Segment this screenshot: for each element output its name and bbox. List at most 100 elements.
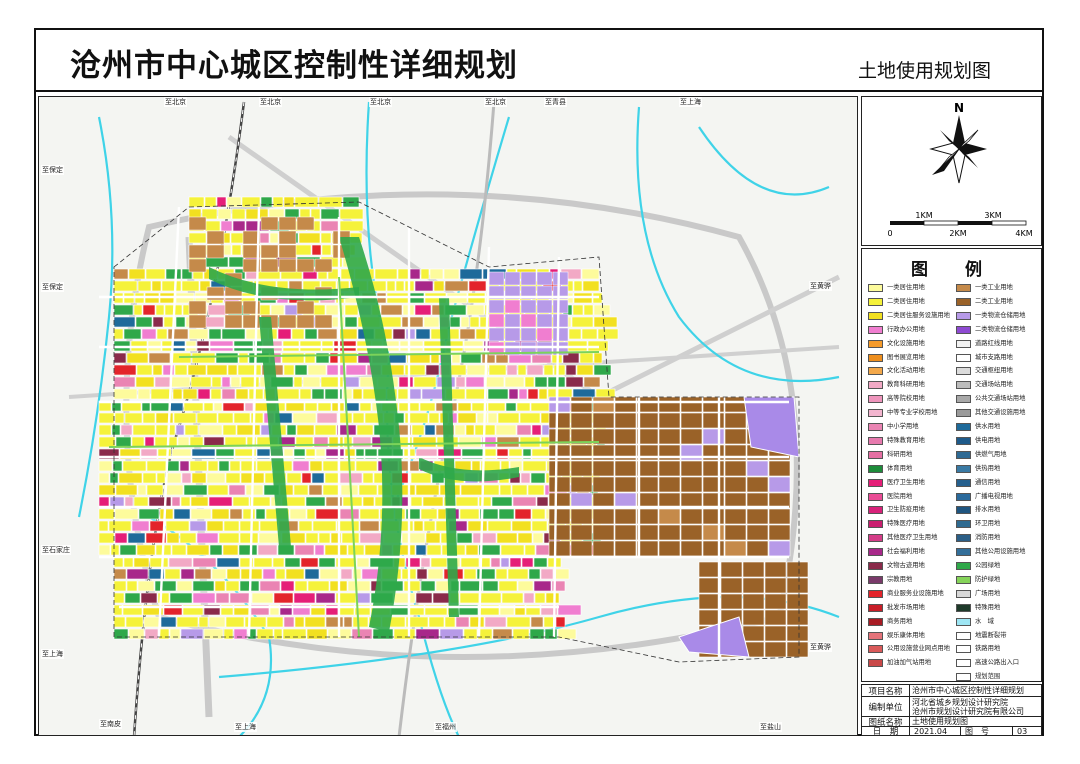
industrial-parcel: [592, 396, 615, 413]
land-parcel: [356, 592, 371, 604]
legend-label: 环卫用地: [975, 520, 1001, 528]
land-parcel: [296, 216, 315, 231]
legend-item-right-23: 特殊用地: [956, 603, 1000, 613]
land-parcel: [150, 388, 173, 400]
land-parcel: [374, 268, 398, 280]
industrial-parcel: [698, 561, 721, 578]
land-parcel: [530, 616, 544, 628]
industrial-parcel: [614, 428, 637, 445]
legend-label: 交通场站用地: [975, 381, 1013, 389]
legend-item-right-16: 排水用地: [956, 505, 1000, 515]
land-parcel: [216, 196, 227, 208]
land-parcel: [294, 616, 305, 628]
industrial-parcel: [742, 609, 765, 626]
land-parcel: [319, 568, 341, 580]
logistics-parcel: [520, 299, 537, 314]
land-parcel: [196, 532, 219, 544]
land-parcel: [146, 460, 167, 472]
legend-item-right-15: 广播电视用地: [956, 492, 1013, 502]
legend-label: 公园绿地: [975, 562, 1001, 569]
industrial-parcel: [570, 508, 593, 525]
industrial-parcel: [764, 609, 787, 626]
industrial-parcel: [680, 476, 703, 493]
land-parcel: [123, 556, 134, 568]
industrial-parcel: [764, 577, 787, 594]
scale-tick-4km: 4KM: [1015, 229, 1032, 238]
legend-label: 排水用地: [975, 506, 1001, 514]
land-parcel: [352, 616, 369, 628]
industrial-parcel: [680, 460, 703, 477]
land-parcel: [528, 568, 541, 580]
land-parcel: [362, 496, 375, 508]
land-parcel: [344, 316, 358, 328]
industrial-parcel: [742, 561, 765, 578]
land-parcel: [518, 388, 528, 400]
logistics-parcel: [552, 313, 569, 328]
land-parcel: [352, 568, 362, 580]
legend-swatch: [868, 464, 883, 473]
land-parcel: [318, 556, 336, 568]
land-parcel: [250, 412, 264, 424]
direction-label-bottom: 至上海: [234, 722, 257, 732]
legend-item-right-0: 一类工业用地: [956, 283, 1013, 293]
land-parcel: [509, 556, 522, 568]
land-parcel: [179, 460, 190, 472]
land-parcel: [165, 520, 190, 532]
land-parcel: [188, 258, 207, 273]
land-parcel: [432, 592, 450, 604]
land-parcel: [325, 616, 344, 628]
logistics-parcel: [488, 299, 505, 314]
land-parcel: [495, 568, 508, 580]
industrial-parcel: [548, 396, 571, 413]
land-parcel: [540, 568, 554, 580]
land-parcel: [133, 496, 149, 508]
land-parcel: [176, 580, 193, 592]
land-parcel: [272, 196, 284, 208]
land-parcel: [289, 508, 307, 520]
land-parcel: [339, 220, 364, 232]
legend-item-right-8: 公共交通场站用地: [956, 394, 1025, 404]
land-parcel: [229, 460, 241, 472]
land-parcel: [583, 304, 594, 316]
land-parcel: [137, 580, 155, 592]
land-parcel: [484, 616, 507, 628]
industrial-parcel: [768, 476, 791, 493]
land-parcel: [109, 496, 125, 508]
land-parcel: [113, 376, 136, 388]
land-parcel: [399, 520, 414, 532]
logistics-parcel: [536, 327, 553, 342]
land-use-map[interactable]: 至北京 至北京 至北京 至北京 至青县 至上海 至保定 至保定 至石家庄 至上海 至黄骅 至黄骅 至南皮…: [38, 96, 858, 736]
land-parcel: [198, 424, 223, 436]
legend-label: 其他交通设施用地: [975, 409, 1026, 417]
land-parcel: [426, 544, 442, 556]
land-parcel: [182, 388, 198, 400]
land-parcel: [275, 388, 300, 400]
land-parcel: [124, 496, 134, 508]
land-parcel: [235, 388, 249, 400]
logistics-parcel: [552, 271, 569, 286]
legend-swatch: [956, 297, 971, 306]
land-parcel: [309, 460, 323, 472]
land-parcel: [314, 544, 325, 556]
legend-item-left-25: 娱乐康体用地: [868, 631, 925, 641]
land-parcel: [286, 472, 302, 484]
land-parcel: [197, 388, 211, 400]
land-parcel: [155, 424, 176, 436]
land-parcel: [278, 230, 297, 245]
land-parcel: [225, 616, 245, 628]
land-parcel: [444, 280, 469, 292]
land-parcel: [186, 544, 210, 556]
land-parcel: [245, 484, 264, 496]
land-parcel: [420, 556, 431, 568]
land-parcel: [232, 220, 246, 232]
land-parcel: [286, 424, 297, 436]
info-key-project: 项目名称: [862, 685, 910, 697]
legend-item-left-14: 医疗卫生用地: [868, 478, 925, 488]
land-parcel: [165, 268, 182, 280]
logistics-parcel: [520, 271, 537, 286]
land-parcel: [306, 628, 328, 640]
land-parcel: [568, 328, 582, 340]
industrial-parcel: [702, 396, 725, 413]
legend-label: 文化设施用地: [887, 339, 925, 347]
land-parcel: [169, 592, 193, 604]
